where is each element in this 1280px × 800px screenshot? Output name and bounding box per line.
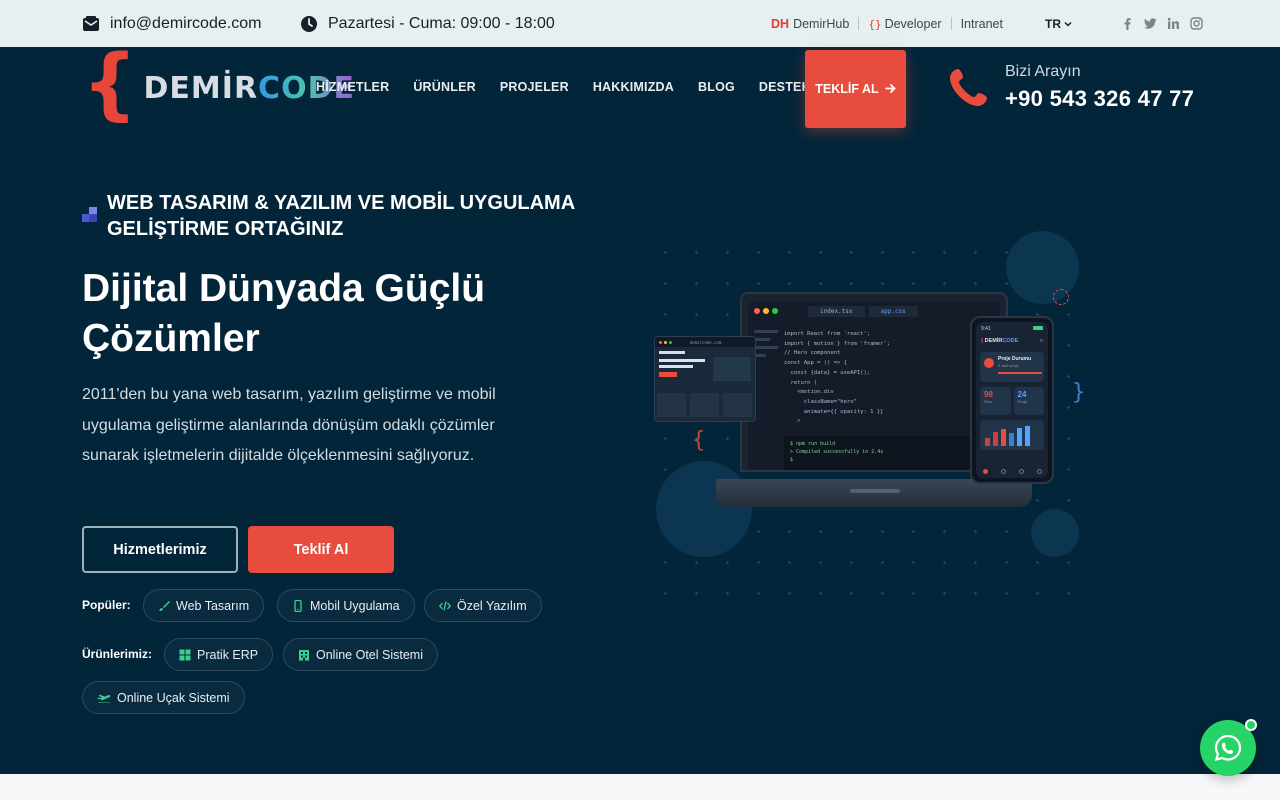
chip-flight-system[interactable]: Online Uçak Sistemi: [82, 681, 245, 714]
window-dots: [754, 308, 778, 314]
chevron-down-icon: [1064, 20, 1072, 28]
linkedin-icon[interactable]: [1167, 17, 1180, 30]
square-mark-icon: [82, 207, 97, 222]
topbar-links: DH DemirHub {} Developer Intranet: [771, 0, 1003, 47]
divider: [858, 17, 860, 30]
email-text: info@demircode.com: [110, 14, 262, 32]
social-links: [1121, 0, 1203, 47]
clock-icon: [300, 15, 318, 33]
language-selector[interactable]: TR: [1045, 0, 1072, 47]
terminal-output: $ npm run build > Compiled successfully …: [784, 436, 1000, 470]
topbar-hours: Pazartesi - Cuma: 09:00 - 18:00: [300, 0, 555, 47]
brace-decor: }: [1072, 380, 1086, 405]
facebook-icon[interactable]: [1121, 17, 1134, 30]
nav-item-services[interactable]: HİZMETLER: [316, 80, 389, 94]
hours-text: Pazartesi - Cuma: 09:00 - 18:00: [328, 14, 555, 32]
quote-button[interactable]: Teklif Al: [248, 526, 394, 573]
decor-circle: [656, 461, 752, 557]
arrow-right-icon: [884, 81, 896, 97]
nav-item-blog[interactable]: BLOG: [698, 80, 735, 94]
intranet-link[interactable]: Intranet: [961, 17, 1003, 31]
hero-description: 2011'den bu yana web tasarım, yazılım ge…: [82, 386, 496, 464]
envelope-icon: [82, 15, 100, 33]
logo[interactable]: { DEMİRCODE: [82, 45, 355, 124]
plane-icon: [97, 692, 111, 704]
main-nav: HİZMETLER ÜRÜNLER PROJELER HAKKIMIZDA BL…: [316, 80, 835, 94]
chip-web-design[interactable]: Web Tasarım: [143, 589, 265, 622]
editor-tabs: index.tsx app.css: [808, 306, 918, 317]
building-icon: [298, 649, 310, 661]
hero-title: Dijital Dünyada Güçlü Çözümler: [82, 267, 486, 360]
phone-number[interactable]: +90 543 326 47 77: [1005, 86, 1194, 112]
editor-sidebar: [754, 330, 778, 357]
twitter-icon[interactable]: [1144, 17, 1157, 30]
developer-link[interactable]: {} Developer: [868, 17, 941, 31]
nav-item-support[interactable]: DESTEK: [759, 80, 811, 94]
top-bar: info@demircode.com Pazartesi - Cuma: 09:…: [0, 0, 1280, 47]
laptop-screen: index.tsx app.css import React from 'rea…: [748, 302, 1000, 470]
decor-ring: [1053, 289, 1069, 305]
whatsapp-icon: [1213, 733, 1243, 763]
products-label: Ürünlerimiz:: [82, 647, 153, 661]
online-badge: [1245, 719, 1257, 731]
phone-label: Bizi Arayın: [1005, 63, 1081, 80]
brush-icon: [158, 600, 170, 612]
phone-icon: [948, 66, 990, 108]
editor-tab: app.css: [868, 306, 918, 317]
phone-illustration: 9:41 { DEMİRCODE ≡ Proje Durumu 5 aktif …: [970, 316, 1054, 484]
chip-pratik-erp[interactable]: Pratik ERP: [164, 638, 274, 671]
laptop-illustration: index.tsx app.css import React from 'rea…: [740, 292, 1008, 472]
divider: [950, 17, 952, 30]
nav-item-about[interactable]: HAKKIMIZDA: [593, 80, 674, 94]
mobile-icon: [292, 599, 304, 612]
chip-mobile-app[interactable]: Mobil Uygulama: [277, 589, 415, 622]
instagram-icon[interactable]: [1190, 17, 1203, 30]
chip-hotel-system[interactable]: Online Otel Sistemi: [283, 638, 438, 671]
editor-tab: index.tsx: [808, 306, 865, 317]
chip-custom-software[interactable]: Özel Yazılım: [424, 589, 542, 622]
mini-website-preview: demircode.com: [654, 336, 756, 422]
code-icon: [439, 600, 451, 612]
header-quote-button[interactable]: TEKLİF AL: [805, 50, 906, 128]
grid-icon: [179, 649, 191, 661]
demirhub-link[interactable]: DH DemirHub: [771, 17, 849, 31]
popular-label: Popüler:: [82, 598, 131, 612]
services-button[interactable]: Hizmetlerimiz: [82, 526, 238, 573]
hero-eyebrow: WEB TASARIM & YAZILIM VE MOBİL UYGULAMA …: [82, 190, 617, 242]
nav-item-projects[interactable]: PROJELER: [500, 80, 569, 94]
decor-circle: [1031, 509, 1079, 557]
whatsapp-button[interactable]: [1200, 719, 1257, 776]
brace-decor: {: [692, 428, 706, 453]
nav-item-products[interactable]: ÜRÜNLER: [413, 80, 476, 94]
code-block: import React from 'react'; import { moti…: [784, 331, 890, 425]
